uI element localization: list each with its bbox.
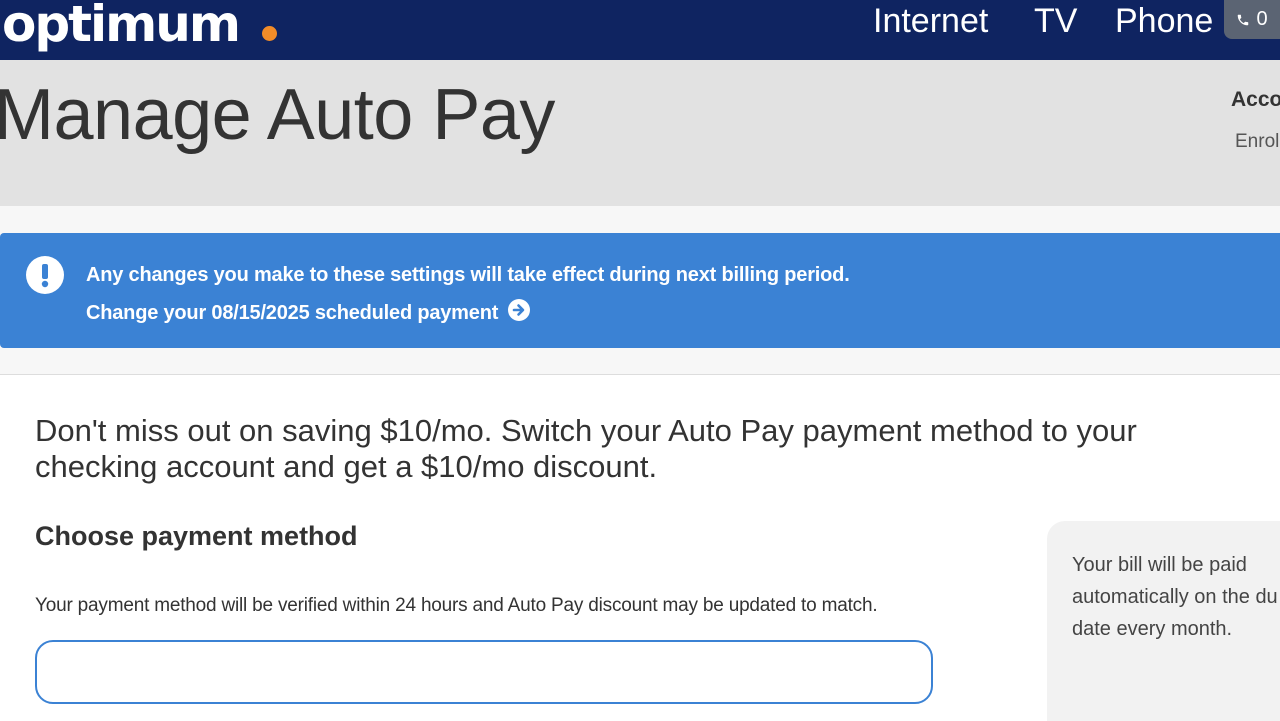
alert-section: Any changes you make to these settings w… xyxy=(0,206,1280,375)
logo-text: optimum xyxy=(2,0,241,53)
payment-method-option[interactable] xyxy=(35,640,933,704)
alert-message: Any changes you make to these settings w… xyxy=(86,264,850,286)
verification-note: Your payment method will be verified wit… xyxy=(35,595,878,616)
autopay-info-text: Your bill will be paid automatically on … xyxy=(1072,554,1278,640)
billing-alert: Any changes you make to these settings w… xyxy=(0,233,1280,348)
exclamation-icon xyxy=(26,256,64,294)
account-label: Acco xyxy=(1231,88,1280,111)
phone-icon xyxy=(1236,13,1250,27)
nav-tv[interactable]: TV xyxy=(1034,0,1077,42)
logo-dot xyxy=(262,26,277,41)
section-title: Choose payment method xyxy=(35,521,358,551)
optimum-logo[interactable]: optimum xyxy=(2,0,241,54)
arrow-right-circle-icon xyxy=(508,299,531,327)
change-scheduled-payment-link[interactable]: Change your 08/15/2025 scheduled payment xyxy=(86,299,531,327)
promo-message: Don't miss out on saving $10/mo. Switch … xyxy=(35,413,1137,484)
enrolled-label: Enrol xyxy=(1235,131,1280,152)
cart-badge[interactable]: 0 xyxy=(1224,0,1280,39)
page-header: Manage Auto Pay Acco Enrol xyxy=(0,60,1280,206)
nav-phone[interactable]: Phone xyxy=(1115,0,1213,42)
alert-link-text: Change your 08/15/2025 scheduled payment xyxy=(86,301,499,324)
page-title: Manage Auto Pay xyxy=(0,75,555,155)
cart-count: 0 xyxy=(1256,8,1268,30)
nav-internet[interactable]: Internet xyxy=(873,0,988,42)
top-nav: optimum Internet TV Phone 0 xyxy=(0,0,1280,60)
autopay-info-card: Your bill will be paid automatically on … xyxy=(1047,521,1280,721)
